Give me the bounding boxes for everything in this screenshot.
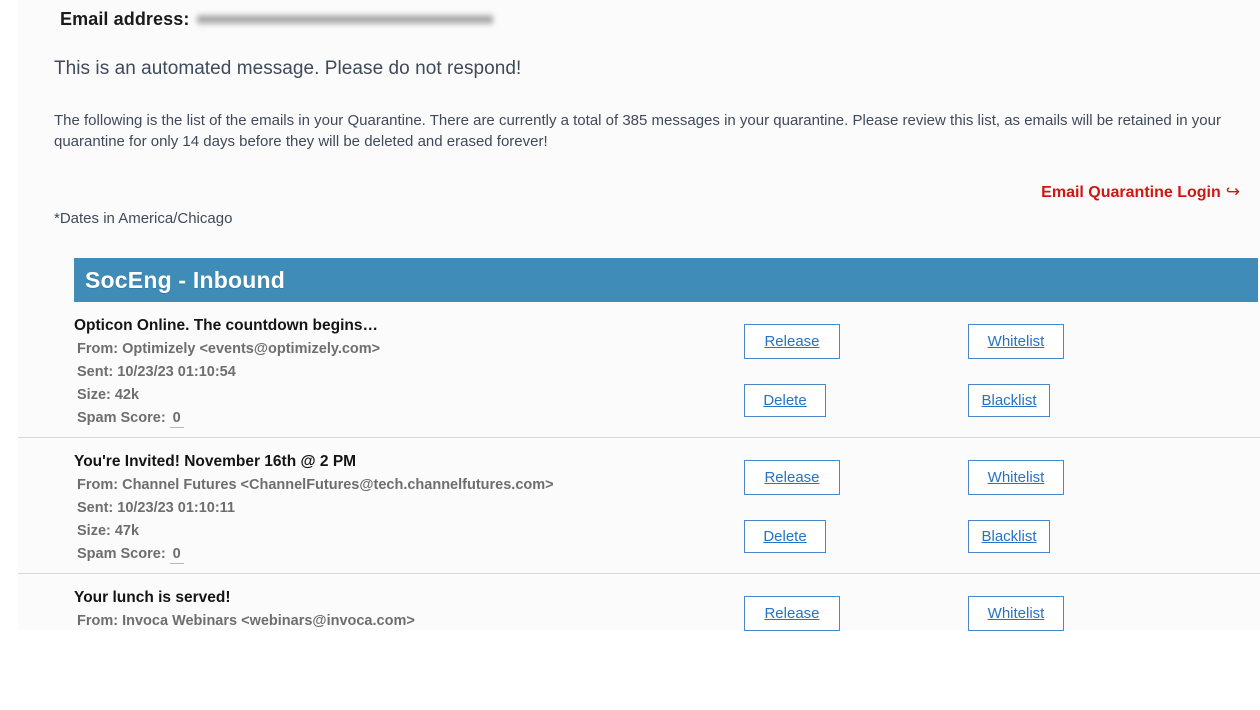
whitelist-slot: Whitelist: [968, 460, 1064, 495]
timezone-note: *Dates in America/Chicago: [54, 210, 233, 227]
message-actions-row-2: Delete Blacklist: [744, 520, 1204, 580]
blacklist-slot: Blacklist: [968, 520, 1050, 553]
message-spam-score-label: Spam Score:: [77, 410, 166, 426]
message-actions: Release Whitelist: [744, 596, 1204, 656]
email-address-redacted-value: [197, 12, 494, 26]
delete-slot: Delete: [744, 384, 968, 417]
quarantined-message-list: Opticon Online. The countdown begins… Fr…: [18, 302, 1260, 710]
message-spam-score-label: Spam Score:: [77, 546, 166, 562]
message-actions: Release Whitelist Delete Blacklist: [744, 324, 1204, 444]
blacklist-slot: Blacklist: [968, 384, 1050, 417]
email-address-row: Email address:: [60, 4, 494, 34]
blacklist-button[interactable]: Blacklist: [968, 384, 1050, 417]
whitelist-button[interactable]: Whitelist: [968, 460, 1064, 495]
release-button[interactable]: Release: [744, 596, 840, 631]
quarantine-digest-page: Email address: This is an automated mess…: [0, 0, 1260, 631]
delete-button[interactable]: Delete: [744, 520, 826, 553]
message-actions-row-1: Release Whitelist: [744, 460, 1204, 520]
release-slot: Release: [744, 596, 968, 631]
release-slot: Release: [744, 324, 968, 359]
message-actions-row-1: Release Whitelist: [744, 324, 1204, 384]
release-button[interactable]: Release: [744, 324, 840, 359]
arrow-right-hook-icon: ↪: [1225, 182, 1240, 201]
email-quarantine-login-link[interactable]: Email Quarantine Login ↪: [1041, 182, 1240, 202]
whitelist-button[interactable]: Whitelist: [968, 324, 1064, 359]
whitelist-slot: Whitelist: [968, 596, 1064, 631]
whitelist-slot: Whitelist: [968, 324, 1064, 359]
blacklist-button[interactable]: Blacklist: [968, 520, 1050, 553]
email-address-label: Email address:: [60, 8, 190, 29]
table-row: Your lunch is served! From: Invoca Webin…: [18, 574, 1260, 710]
message-spam-score-value: 0: [169, 546, 184, 564]
release-slot: Release: [744, 460, 968, 495]
automated-message-text: This is an automated message. Please do …: [54, 58, 522, 79]
content-canvas: Email address: This is an automated mess…: [18, 0, 1260, 631]
delete-slot: Delete: [744, 520, 968, 553]
table-row: You're Invited! November 16th @ 2 PM Fro…: [18, 438, 1260, 574]
message-spam-score-value: 0: [169, 410, 184, 428]
message-actions: Release Whitelist Delete Blacklist: [744, 460, 1204, 580]
section-header-title: SocEng - Inbound: [85, 266, 285, 293]
section-header-bar: SocEng - Inbound: [74, 258, 1258, 302]
quarantine-intro-paragraph: The following is the list of the emails …: [54, 112, 1221, 150]
table-row: Opticon Online. The countdown begins… Fr…: [18, 302, 1260, 438]
release-button[interactable]: Release: [744, 460, 840, 495]
message-actions-row-1: Release Whitelist: [744, 596, 1204, 656]
message-actions-row-2: Delete Blacklist: [744, 384, 1204, 444]
delete-button[interactable]: Delete: [744, 384, 826, 417]
whitelist-button[interactable]: Whitelist: [968, 596, 1064, 631]
login-link-label: Email Quarantine Login: [1041, 184, 1221, 201]
